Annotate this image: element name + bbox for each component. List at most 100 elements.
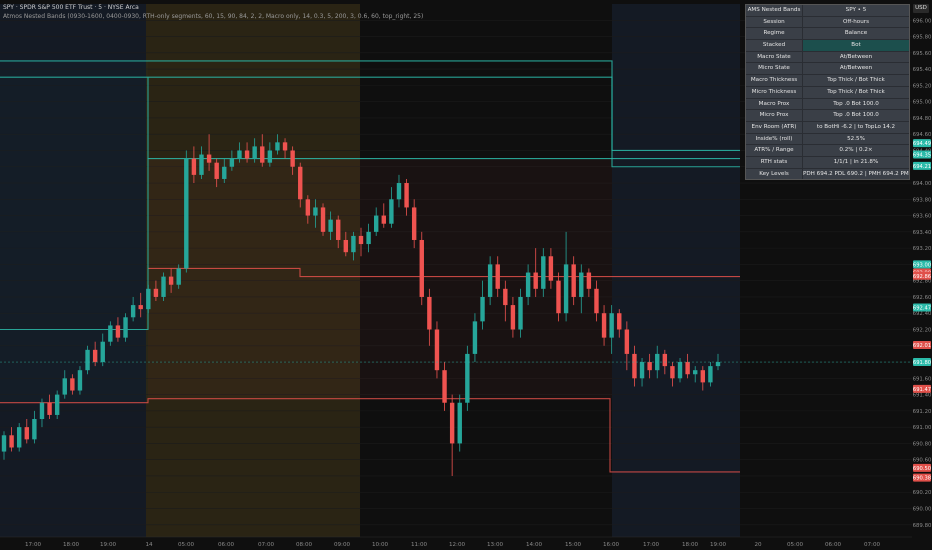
x-tick-label: 12:00 [449,542,466,548]
candle-body [662,353,668,367]
candle-body [123,317,128,338]
candle-body [700,370,706,383]
candle-body [510,305,516,330]
candle-body [47,402,52,415]
candle-body [191,158,197,175]
x-tick-label: 13:00 [487,542,504,548]
y-tick-label: 691.20 [913,409,932,415]
candle-body [411,207,417,240]
candle-body [503,288,508,306]
table-value: Off-hours [842,18,869,25]
session-shade [612,4,740,537]
candle-body [54,394,60,415]
table-row: Inside% (roll) 52.5% [746,132,909,145]
table-row: Micro Thickness Top Thick / Bot Thick [746,85,909,98]
candle-body [404,183,409,208]
candle-body [586,272,592,289]
candle-body [168,276,174,285]
candle-body [214,162,219,179]
candle-body [237,150,242,159]
table-value: SPY • 5 [845,7,867,13]
y-tick-label: 695.20 [913,83,932,89]
candle-body [320,207,326,232]
y-tick-label: 690.20 [913,490,932,496]
y-tick-label: 689.80 [913,523,932,529]
indicator-stats-table: AMS Nested Bands SPY • 5 Session Off-hours R… [745,4,910,181]
candle-body [138,305,143,310]
candle-body [275,142,280,151]
candle-body [108,325,113,342]
candle-body [487,264,493,297]
y-tick-label: 690.00 [913,507,932,513]
candle-body [16,427,22,448]
candle-body [222,166,227,179]
candle-body [373,215,379,232]
candle-body [313,207,318,216]
table-key: Inside% (roll) [746,133,803,145]
x-tick-label: 14 [145,542,153,548]
table-key: Env Room (ATR) [746,121,803,133]
x-tick-label: 14:00 [526,542,543,548]
y-tick-label: 693.80 [913,197,932,203]
candle-body [92,349,98,363]
table-key: Micro State [746,63,803,75]
candle-body [594,288,599,314]
candle-body [457,402,462,444]
candle-body [427,296,432,330]
x-tick-label: 05:00 [787,542,804,548]
x-tick-label: 19:00 [100,542,117,548]
candle-body [206,154,212,163]
price-badge-label: 694.35 [913,153,931,159]
candle-body [647,362,652,371]
candle-body [32,419,37,440]
x-tick-label: 07:00 [864,542,881,548]
y-tick-label: 691.40 [913,393,932,399]
price-badge-label: 692.47 [913,306,931,312]
x-tick-label: 07:00 [258,542,275,548]
candle-body [639,362,645,379]
candle-body [282,142,288,151]
table-value: 0.2% | 0.2× [839,147,873,154]
indicator-legend[interactable]: Atmos Nested Bands (0930-1600, 0400-0930… [3,13,423,21]
table-value: 52.5% [847,135,865,142]
candle-body [267,150,273,163]
x-tick-label: 18:00 [682,542,699,548]
candle-body [77,370,83,391]
candle-body [252,146,257,159]
y-tick-label: 693.60 [913,214,932,220]
candle-body [161,276,166,297]
candle-body [609,313,614,338]
candle-body [328,219,333,232]
candle-body [495,264,500,289]
y-tick-label: 692.60 [913,295,932,301]
y-tick-label: 695.40 [913,67,932,73]
table-row: Macro Prox Top .0 Bot 100.0 [746,97,909,110]
x-tick-label: 19:00 [710,542,727,548]
candle-body [146,288,151,310]
candle-body [351,235,356,253]
y-tick-label: 694.00 [913,181,932,187]
candle-body [298,166,303,200]
x-tick-label: 08:00 [296,542,313,548]
macro-band-fill [0,61,148,403]
tradingview-chart[interactable]: 696.00 695.80 695.60 695.40 695.20 695.00 694.… [0,0,932,550]
candle-body [290,150,295,167]
table-key: Regime [746,28,803,40]
currency-label[interactable]: USD [913,4,929,13]
candle-body [632,353,637,379]
y-tick-label: 693.40 [913,230,932,236]
price-badge-label: 692.86 [913,274,931,280]
symbol-title: SPY · SPDR S&P 500 ETF Trust · 5 · NYSE … [3,4,139,11]
candle-body [434,329,440,371]
candle-body [670,366,675,379]
table-key: ATR% / Range [746,145,803,156]
table-row: Macro State At/Between [746,50,909,63]
y-tick-label: 692.20 [913,327,932,333]
table-header: AMS Nested Bands SPY • 5 [746,5,909,16]
candle-body [449,402,455,444]
candle-body [480,296,485,322]
x-tick-label: 06:00 [218,542,235,548]
candle-body [199,154,204,175]
candle-body [70,378,75,391]
candle-body [548,256,554,281]
